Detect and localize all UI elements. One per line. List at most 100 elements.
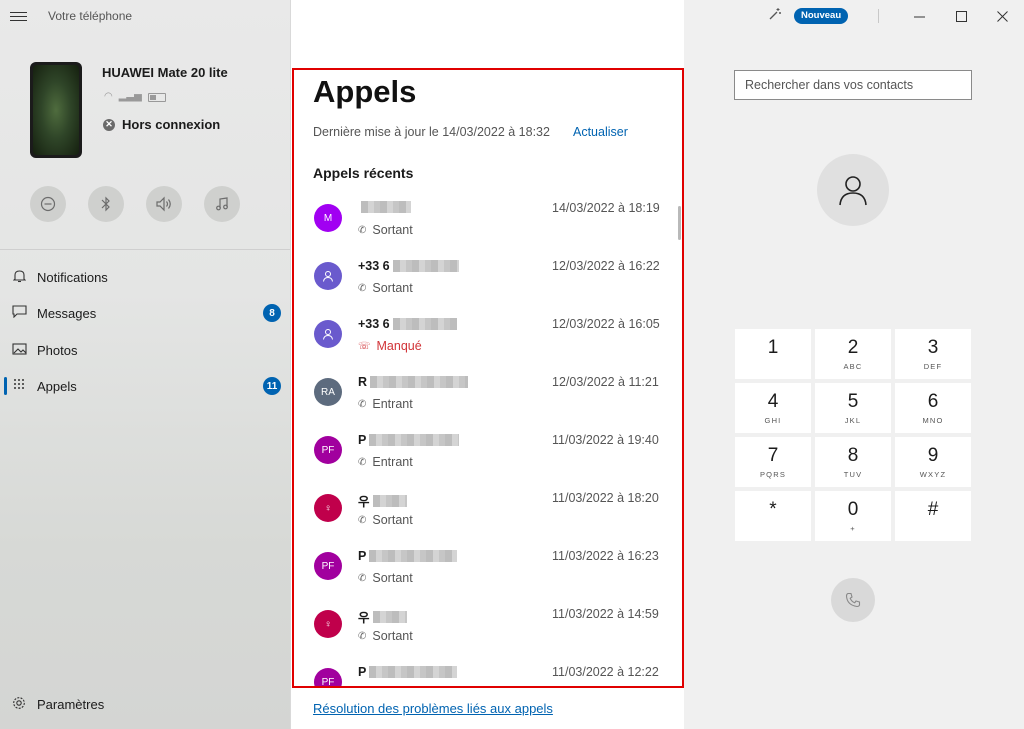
call-date: 11/03/2022 à 18:20	[552, 491, 659, 505]
hamburger-menu-icon[interactable]	[10, 9, 27, 23]
caller-avatar: M	[314, 204, 342, 232]
caller-name-text: 우	[358, 611, 370, 625]
caller-name-text: +33 6	[358, 259, 390, 273]
dialpad-digit: #	[927, 499, 939, 520]
outgoing-call-icon: ✆	[358, 282, 367, 294]
dialpad-letters: +	[850, 524, 856, 533]
call-list-item[interactable]: PF P ✆ Sortant 11/03/2022 à 16:23	[294, 538, 682, 596]
troubleshoot-calls-link[interactable]: Résolution des problèmes liés aux appels	[313, 701, 553, 716]
maximize-icon[interactable]	[947, 5, 975, 27]
redacted-text	[392, 260, 459, 272]
dialpad-key[interactable]: 5 JKL	[815, 383, 891, 433]
dialpad-key[interactable]: 3 DEF	[895, 329, 971, 379]
magic-wand-icon[interactable]	[768, 7, 782, 24]
close-icon[interactable]	[988, 5, 1016, 27]
calls-count-badge: 11	[263, 377, 281, 395]
titlebar-separator	[878, 9, 879, 23]
volume-button[interactable]	[146, 186, 182, 222]
call-type: ☏ Manqué	[358, 339, 422, 353]
new-badge[interactable]: Nouveau	[794, 8, 849, 24]
do-not-disturb-button[interactable]	[30, 186, 66, 222]
caller-name-text: 우	[358, 495, 370, 509]
caller-name-text: P	[358, 433, 367, 447]
dialpad-key[interactable]: *	[735, 491, 811, 541]
dialpad-digit: 0	[847, 499, 859, 520]
sidebar-item-settings[interactable]: Paramètres	[0, 686, 290, 722]
call-type: ✆ Sortant	[358, 223, 413, 237]
dialpad-key[interactable]: 8 TUV	[815, 437, 891, 487]
call-type: ✆ Sortant	[358, 629, 413, 643]
dialpad-digit: 2	[847, 337, 859, 358]
caller-name: P	[358, 665, 458, 679]
call-list-item[interactable]: RA R ✆ Entrant 12/03/2022 à 11:21	[294, 364, 682, 422]
caller-name: 우	[358, 491, 407, 510]
call-list-item[interactable]: +33 6 ✆ Sortant 12/03/2022 à 16:22	[294, 248, 682, 306]
call-date: 12/03/2022 à 11:21	[552, 375, 659, 389]
person-icon	[323, 329, 333, 340]
outgoing-call-icon: ✆	[358, 224, 367, 236]
dialpad-key[interactable]: 2 ABC	[815, 329, 891, 379]
sidebar-item-label: Appels	[37, 378, 77, 394]
sidebar-item-photos[interactable]: Photos	[0, 332, 290, 368]
music-button[interactable]	[204, 186, 240, 222]
contact-avatar	[817, 154, 889, 226]
call-type-label: Manqué	[376, 339, 422, 353]
caller-name-text: R	[358, 375, 368, 389]
dialpad-key[interactable]: 6 MNO	[895, 383, 971, 433]
dialpad-digit: 3	[927, 337, 939, 358]
dialpad: 1 2 ABC 3 DEF 4 GHI 5 JKL 6 MNO 7 PQRS 8 TUV 9 WXYZ * 0 + #	[735, 329, 972, 541]
call-button[interactable]	[831, 578, 875, 622]
dialpad-key[interactable]: 9 WXYZ	[895, 437, 971, 487]
contact-search-input[interactable]	[734, 70, 972, 100]
dialpad-letters: WXYZ	[919, 470, 947, 479]
connection-status: ✕ Hors connexion	[103, 117, 220, 132]
refresh-link[interactable]: Actualiser	[573, 125, 628, 139]
device-status-icons: ◠ ▂▃▅	[104, 92, 166, 102]
call-list-item[interactable]: PF P ✆ Entrant 11/03/2022 à 19:40	[294, 422, 682, 480]
minimize-icon[interactable]	[905, 5, 933, 27]
call-date: 12/03/2022 à 16:22	[552, 259, 660, 273]
dialpad-key[interactable]: 0 +	[815, 491, 891, 541]
caller-name: P	[358, 433, 460, 447]
sidebar: Votre téléphone HUAWEI Mate 20 lite ◠ ▂▃…	[0, 0, 291, 729]
call-type: ✆ Sortant	[358, 571, 413, 585]
dialpad-digit: 5	[847, 391, 859, 412]
bluetooth-button[interactable]	[88, 186, 124, 222]
dialpad-key[interactable]: 4 GHI	[735, 383, 811, 433]
caller-name: 우	[358, 607, 407, 626]
redacted-text	[370, 376, 469, 388]
call-list-item[interactable]: PF P 11/03/2022 à 12:22	[294, 654, 682, 686]
dialpad-key[interactable]: 7 PQRS	[735, 437, 811, 487]
incoming-call-icon: ✆	[358, 456, 367, 468]
scrollbar[interactable]	[678, 206, 681, 240]
call-list-item[interactable]: ♀ 우 ✆ Sortant 11/03/2022 à 14:59	[294, 596, 682, 654]
caller-name: R	[358, 375, 469, 389]
call-list-item[interactable]: M ✆ Sortant 14/03/2022 à 18:19	[294, 190, 682, 248]
dialpad-key[interactable]: 1	[735, 329, 811, 379]
sidebar-item-messages[interactable]: Messages 8	[0, 295, 290, 331]
dialpad-key[interactable]: #	[895, 491, 971, 541]
sidebar-item-label: Photos	[37, 342, 78, 358]
dialpad-digit: 9	[927, 445, 939, 466]
gear-icon	[11, 696, 27, 713]
dialer-pane: Nouveau 1 2 ABC 3 DEF 4 GHI 5 JKL 6 MNO 7 PQRS 8 TUV 9 W…	[684, 0, 1024, 729]
sidebar-item-notifications[interactable]: Notifications	[0, 259, 290, 295]
music-icon	[216, 197, 228, 211]
recent-calls-list[interactable]: M ✆ Sortant 14/03/2022 à 18:19 +33 6 ✆ Sortant…	[294, 190, 682, 686]
redacted-text	[392, 318, 457, 330]
dialpad-digit: 7	[767, 445, 779, 466]
sidebar-item-appels[interactable]: Appels 11	[0, 368, 290, 404]
call-list-item[interactable]: ♀ 우 ✆ Sortant 11/03/2022 à 18:20	[294, 480, 682, 538]
dialpad-digit: 6	[927, 391, 939, 412]
caller-avatar	[314, 320, 342, 348]
call-list-item[interactable]: +33 6 ☏ Manqué 12/03/2022 à 16:05	[294, 306, 682, 364]
sidebar-item-label: Messages	[37, 305, 97, 321]
call-date: 11/03/2022 à 16:23	[552, 549, 659, 563]
dialpad-letters: JKL	[844, 416, 862, 425]
offline-icon: ✕	[103, 118, 115, 131]
do-not-disturb-icon	[40, 196, 56, 212]
signal-icon: ▂▃▅	[118, 91, 142, 102]
call-date: 12/03/2022 à 16:05	[552, 317, 660, 331]
phone-image	[30, 62, 82, 158]
dialpad-letters: PQRS	[759, 470, 787, 479]
